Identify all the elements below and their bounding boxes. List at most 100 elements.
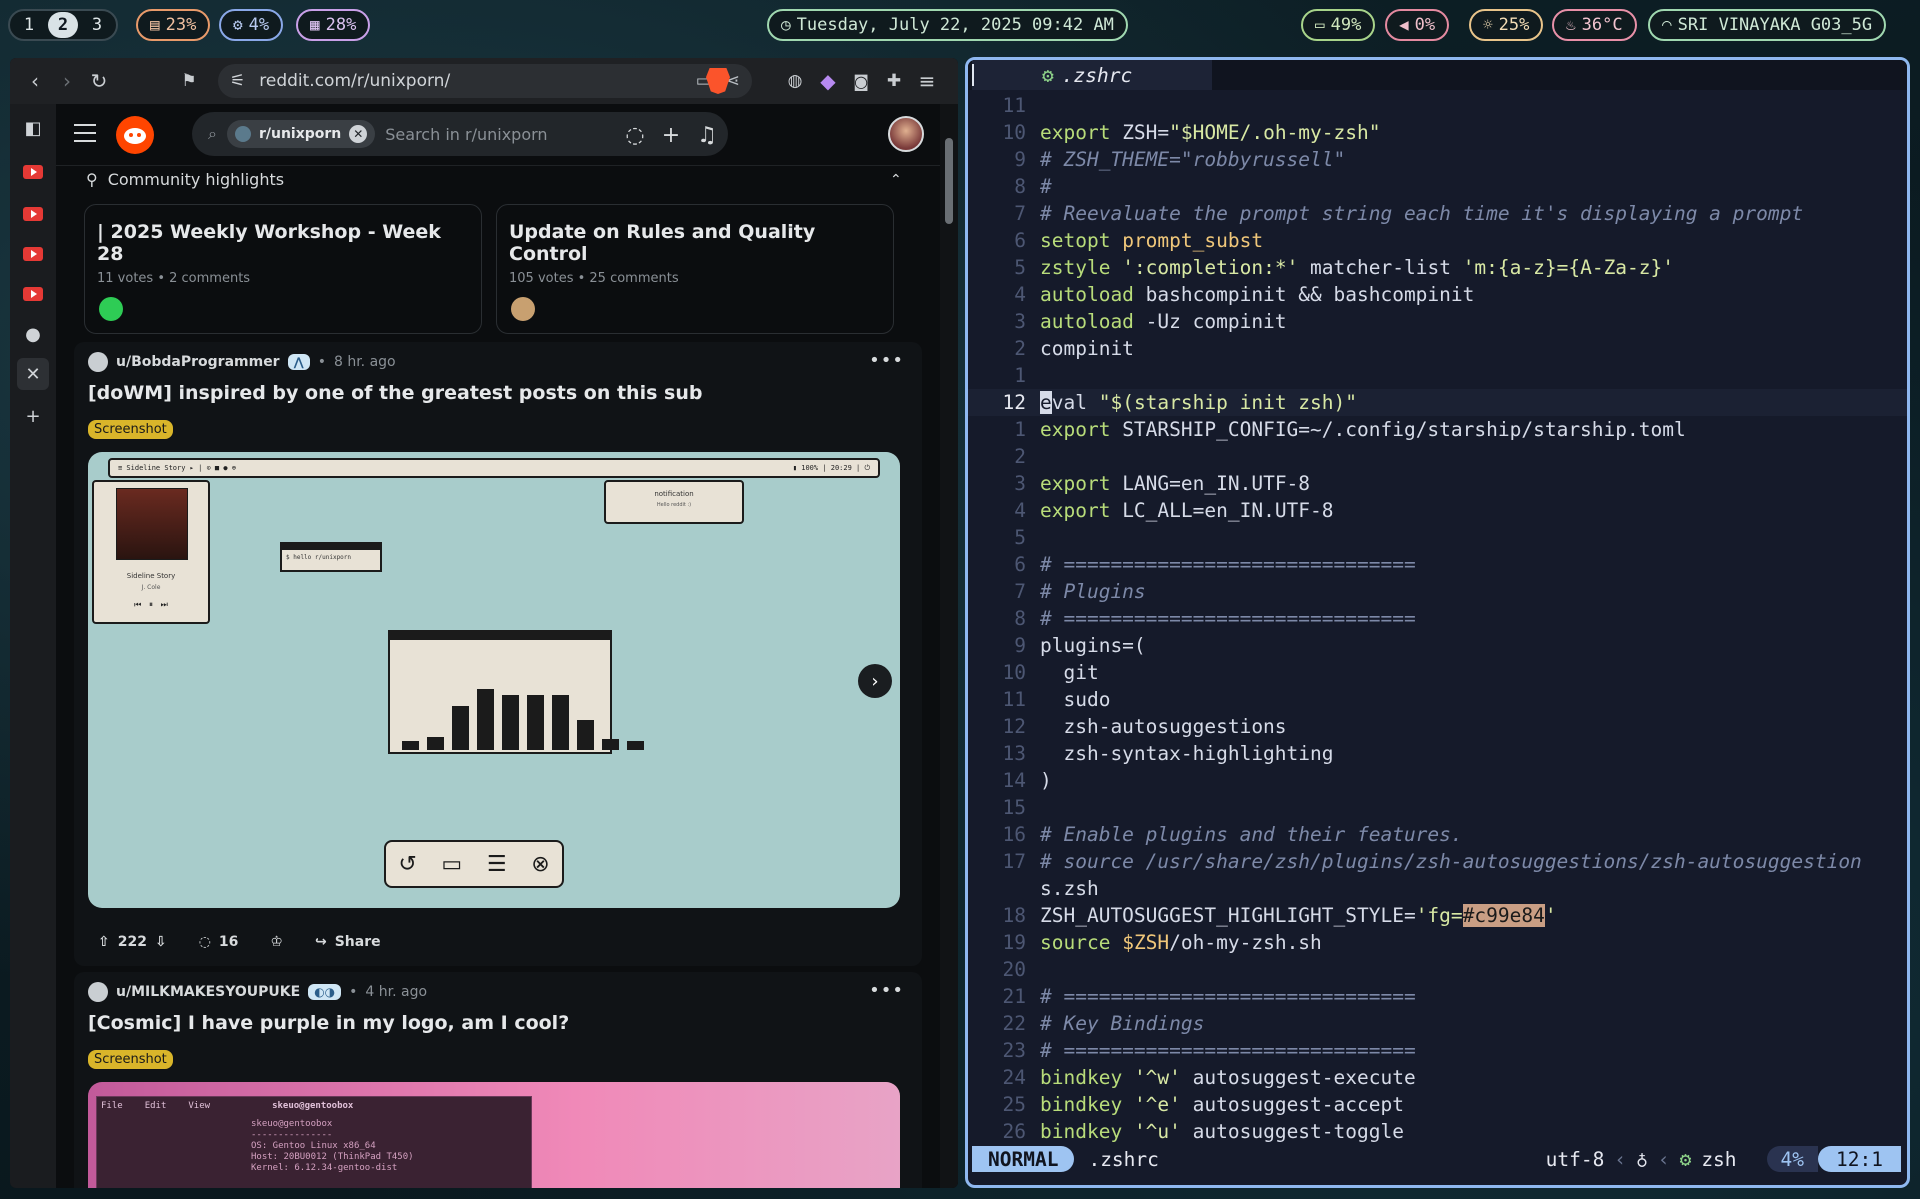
user-avatar[interactable] <box>88 982 108 1002</box>
code-line[interactable]: 8 # ============================== <box>968 605 1907 632</box>
brightness-widget[interactable]: ☼ 25% <box>1469 9 1544 41</box>
youtube-icon[interactable] <box>21 202 45 226</box>
volume-widget[interactable]: ◀ 0% <box>1385 9 1450 41</box>
post-flair[interactable]: Screenshot <box>88 420 173 439</box>
site-settings-icon[interactable]: ⚟ <box>230 71 245 91</box>
cpu-widget[interactable]: ▤ 23% <box>136 9 211 41</box>
code-line[interactable]: 3 export LANG=en_IN.UTF-8 <box>968 470 1907 497</box>
code-line[interactable]: 18 ZSH_AUTOSUGGEST_HIGHLIGHT_STYLE='fg=#c… <box>968 902 1907 929</box>
code-line[interactable]: 1 export STARSHIP_CONFIG=~/.config/starsh… <box>968 416 1907 443</box>
code-line[interactable]: 8 # <box>968 173 1907 200</box>
code-line[interactable]: 10 git <box>968 659 1907 686</box>
downvote-icon[interactable]: ⇩ <box>155 934 167 950</box>
code-line[interactable]: 14) <box>968 767 1907 794</box>
editor-buffer[interactable]: 11 10 export ZSH="$HOME/.oh-my-zsh" 9 # ZSH_… <box>968 92 1907 1145</box>
code-line[interactable]: 20 <box>968 956 1907 983</box>
extensions-icon[interactable]: ✚ <box>881 68 907 94</box>
code-line[interactable]: 13 zsh-syntax-highlighting <box>968 740 1907 767</box>
screenshot-icon[interactable]: ◙ <box>848 68 874 94</box>
youtube-icon[interactable] <box>21 160 45 184</box>
menu-icon[interactable]: ≡ <box>914 68 940 94</box>
avatar[interactable] <box>888 116 924 152</box>
x-twitter-icon[interactable]: ✕ <box>17 358 49 390</box>
workspace-1[interactable]: 1 <box>14 12 44 38</box>
post-title[interactable]: [doWM] inspired by one of the greatest p… <box>88 382 702 404</box>
code-line[interactable]: 23 # ============================== <box>968 1037 1907 1064</box>
upvote-icon[interactable]: ⇧ <box>98 934 110 950</box>
highlight-card[interactable]: | 2025 Weekly Workshop - Week 28 11 vote… <box>84 204 482 334</box>
post-image[interactable]: ≡ Sideline Story ▸ | ⊙ ■ ● ⊕ ▮ 100% | 20… <box>88 452 900 908</box>
more-options-icon[interactable]: ••• <box>869 350 904 371</box>
code-line[interactable]: 26 bindkey '^u' autosuggest-toggle <box>968 1118 1907 1145</box>
scroll-thumb[interactable] <box>945 138 953 224</box>
code-line[interactable]: 1 <box>968 362 1907 389</box>
vpn-globe-icon[interactable]: ◍ <box>782 68 808 94</box>
code-line[interactable]: s.zsh <box>968 875 1907 902</box>
code-line[interactable]: 4 autoload bashcompinit && bashcompinit <box>968 281 1907 308</box>
address-bar[interactable]: ⚟ reddit.com/r/unixporn/ ▭ ⋖ <box>218 64 752 98</box>
code-line[interactable]: 11 <box>968 92 1907 119</box>
workspace-3[interactable]: 3 <box>82 12 112 38</box>
forward-icon[interactable]: › <box>54 68 80 94</box>
wifi-widget[interactable]: ◠ SRI VINAYAKA G03_5G <box>1648 9 1887 41</box>
reload-icon[interactable]: ↻ <box>86 68 112 94</box>
highlight-card[interactable]: Update on Rules and Quality Control 105 … <box>496 204 894 334</box>
code-line[interactable]: 9 # ZSH_THEME="robbyrussell" <box>968 146 1907 173</box>
hamburger-icon[interactable] <box>74 124 96 142</box>
code-line[interactable]: 21 # ============================== <box>968 983 1907 1010</box>
chevron-up-icon[interactable]: ⌃ <box>890 172 902 188</box>
code-line[interactable]: 9 plugins=( <box>968 632 1907 659</box>
code-line[interactable]: 17 # source /usr/share/zsh/plugins/zsh-au… <box>968 848 1907 875</box>
comments-button[interactable]: ◌ 16 <box>189 928 249 956</box>
code-line[interactable]: 6 # ============================== <box>968 551 1907 578</box>
code-line[interactable]: 2 compinit <box>968 335 1907 362</box>
bookmark-icon[interactable]: ⚑ <box>176 68 202 94</box>
page-scrollbar[interactable] <box>940 104 958 1188</box>
post-author[interactable]: u/MILKMAKESYOUPUKE <box>116 984 300 1000</box>
code-line[interactable]: 12 zsh-autosuggestions <box>968 713 1907 740</box>
code-line[interactable]: 19 source $ZSH/oh-my-zsh.sh <box>968 929 1907 956</box>
terminal-window[interactable]: ⚙ .zshrc 11 10 export ZSH="$HOME/.oh-my-zs… <box>965 57 1910 1188</box>
github-icon[interactable]: ● <box>21 322 45 346</box>
youtube-icon[interactable] <box>21 282 45 306</box>
more-options-icon[interactable]: ••• <box>869 980 904 1001</box>
post-title[interactable]: [Cosmic] I have purple in my logo, am I … <box>88 1012 569 1034</box>
code-line[interactable]: 10 export ZSH="$HOME/.oh-my-zsh" <box>968 119 1907 146</box>
bell-icon[interactable]: ♫ <box>694 122 720 148</box>
youtube-icon[interactable] <box>21 242 45 266</box>
next-image-icon[interactable]: › <box>858 664 892 698</box>
share-button[interactable]: ↪ Share <box>305 928 391 956</box>
battery-widget[interactable]: ▭ 49% <box>1301 9 1376 41</box>
create-post-icon[interactable]: + <box>658 122 684 148</box>
post-image[interactable]: File Edit View skeuo@gentoobox skeuo@gen… <box>88 1082 900 1188</box>
code-line[interactable]: 15 <box>968 794 1907 821</box>
post-card[interactable]: u/MILKMAKESYOUPUKE ◐◑ • 4 hr. ago ••• [C… <box>74 972 922 1188</box>
code-line[interactable]: 5 zstyle ':completion:*' matcher-list 'm:… <box>968 254 1907 281</box>
add-panel-icon[interactable]: + <box>21 404 45 428</box>
user-avatar[interactable] <box>88 352 108 372</box>
disk-widget[interactable]: ▦ 28% <box>296 9 371 41</box>
post-author[interactable]: u/BobdaProgrammer <box>116 354 280 370</box>
sidebar-toggle-icon[interactable]: ◧ <box>21 116 45 140</box>
code-line[interactable]: 4 export LC_ALL=en_IN.UTF-8 <box>968 497 1907 524</box>
code-line[interactable]: 2 <box>968 443 1907 470</box>
code-line[interactable]: 7 # Plugins <box>968 578 1907 605</box>
chat-icon[interactable]: ◌ <box>622 122 648 148</box>
code-line[interactable]: 12 eval "$(starship init zsh)" <box>968 389 1907 416</box>
workspace-2[interactable]: 2 <box>48 12 78 38</box>
code-line[interactable]: 7 # Reevaluate the prompt string each tim… <box>968 200 1907 227</box>
code-line[interactable]: 6 setopt prompt_subst <box>968 227 1907 254</box>
post-card[interactable]: u/BobdaProgrammer ⋀ • 8 hr. ago ••• [doW… <box>74 342 922 966</box>
temperature-widget[interactable]: ♨ 36°C <box>1552 9 1637 41</box>
tab-zshrc[interactable]: ⚙ .zshrc <box>972 60 1212 90</box>
reddit-logo[interactable] <box>116 116 154 154</box>
back-icon[interactable]: ‹ <box>22 68 48 94</box>
code-line[interactable]: 5 <box>968 524 1907 551</box>
code-line[interactable]: 22 # Key Bindings <box>968 1010 1907 1037</box>
leo-ai-icon[interactable]: ◆ <box>815 68 841 94</box>
ram-widget[interactable]: ⚙ 4% <box>219 9 284 41</box>
code-line[interactable]: 3 autoload -Uz compinit <box>968 308 1907 335</box>
subreddit-chip[interactable]: r/unixporn ✕ <box>226 120 376 148</box>
clock-widget[interactable]: ◷ Tuesday, July 22, 2025 09:42 AM <box>767 9 1128 41</box>
code-line[interactable]: 11 sudo <box>968 686 1907 713</box>
